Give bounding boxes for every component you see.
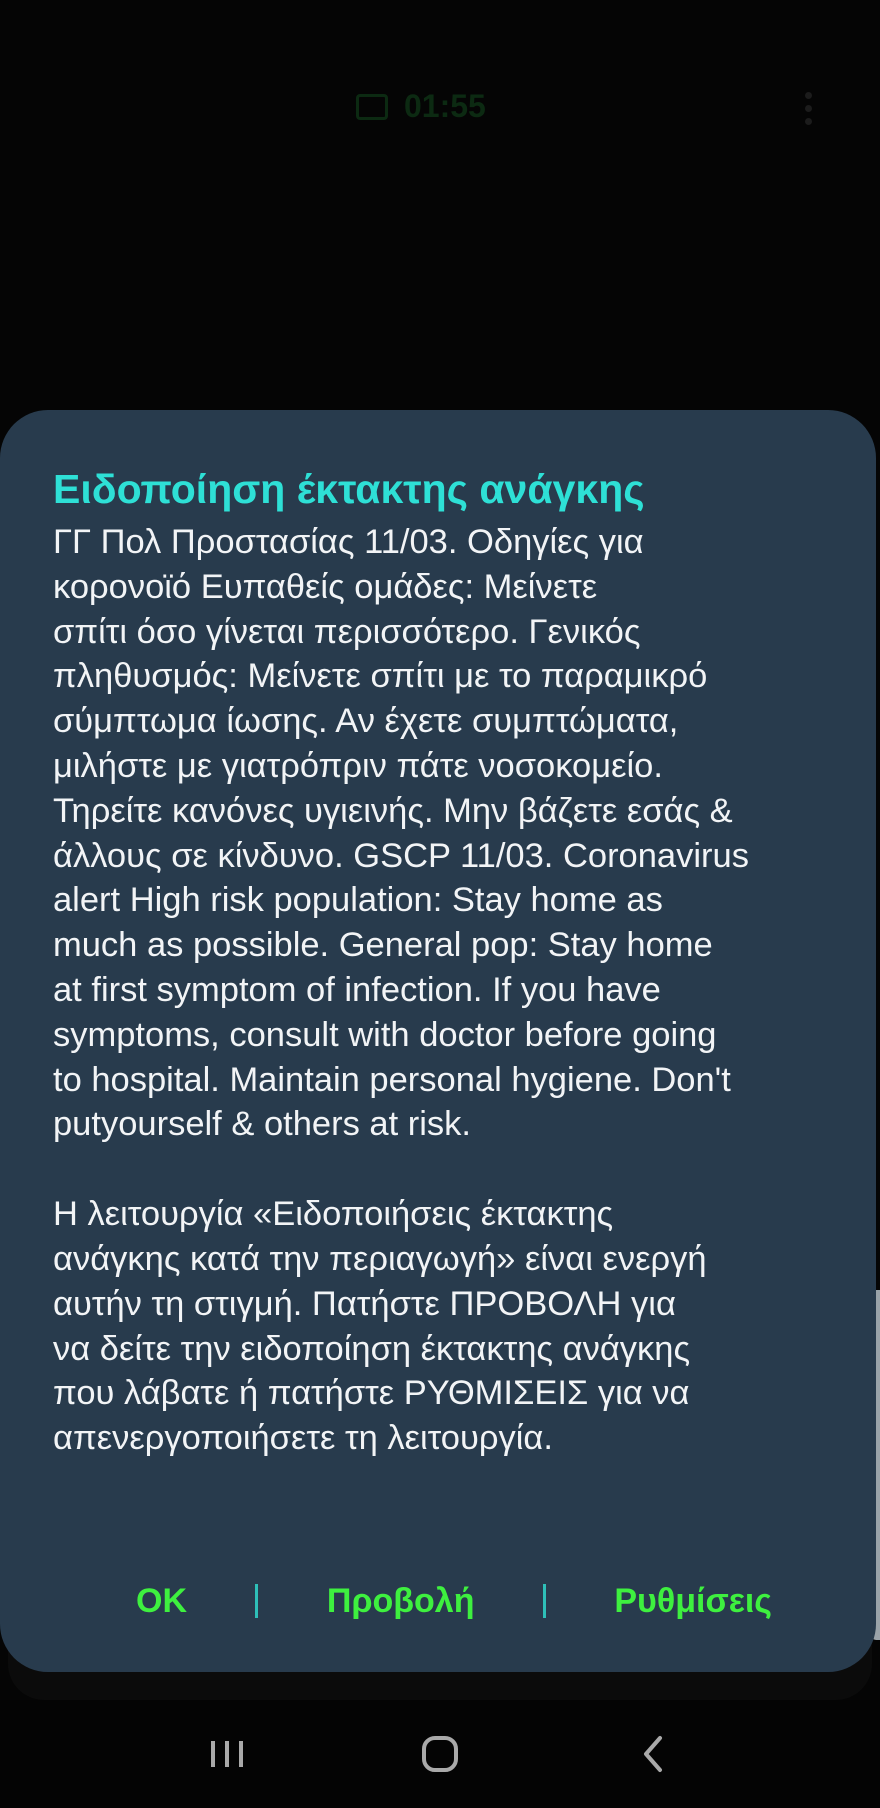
back-icon[interactable] bbox=[608, 1714, 698, 1794]
message-line: ΓΓ Πολ Προστασίας 11/03. Οδηγίες για bbox=[53, 523, 644, 561]
dialog-title: Ειδοποίηση έκτακτης ανάγκης bbox=[53, 466, 645, 512]
ok-button[interactable]: OK bbox=[132, 1572, 191, 1631]
info-line: Η λειτουργία «Ειδοποιήσεις έκτακτης bbox=[53, 1195, 614, 1234]
screen: 01:55 Ειδοποίηση έκτακτης ανάγκης ΓΓ Πολ… bbox=[0, 0, 880, 1808]
button-divider bbox=[255, 1584, 259, 1618]
info-line: να δείτε την ειδοποίηση έκτακτης ανάγκης bbox=[53, 1329, 691, 1368]
message-line: symptoms, consult with doctor before goi… bbox=[53, 1015, 717, 1054]
message-line: to hospital. Maintain personal hygiene. … bbox=[53, 1060, 731, 1099]
alert-message: ΓΓ Πολ Προστασίας 11/03. Οδηγίες για κορ… bbox=[53, 520, 828, 1147]
info-line: που λάβατε ή πατήστε ΡΥΘΜΙΣΕΙΣ για να bbox=[53, 1374, 690, 1413]
emergency-alert-dialog: Ειδοποίηση έκτακτης ανάγκης ΓΓ Πολ Προστ… bbox=[0, 410, 876, 1672]
message-line: άλλους σε κίνδυνο. GSCP 11/03. Coronavir… bbox=[53, 836, 749, 875]
message-line: μιλήστε με γιατρόπριν πάτε νοσοκομείο. bbox=[53, 746, 663, 785]
background-clock-time: 01:55 bbox=[404, 88, 486, 124]
message-line: σπίτι όσο γίνεται περισσότερο. Γενικός bbox=[53, 612, 641, 651]
background-clock: 01:55 bbox=[356, 88, 486, 125]
view-button[interactable]: Προβολή bbox=[323, 1572, 479, 1631]
info-line: αυτήν τη στιγμή. Πατήστε ΠΡΟΒΟΛΗ για bbox=[53, 1284, 676, 1323]
home-icon[interactable] bbox=[395, 1714, 485, 1794]
recent-apps-icon[interactable] bbox=[182, 1714, 272, 1794]
info-line: ανάγκης κατά την περιαγωγή» είναι ενεργή bbox=[53, 1239, 707, 1278]
settings-button[interactable]: Ρυθμίσεις bbox=[610, 1572, 776, 1631]
message-line: κορονοϊό Ευπαθείς ομάδες: Μείνετε bbox=[53, 567, 598, 606]
message-line: much as possible. General pop: Stay home bbox=[53, 926, 713, 965]
message-line: σύμπτωμα ίωσης. Αν έχετε συμπτώματα, bbox=[53, 702, 679, 741]
message-line: πληθυσμός: Μείνετε σπίτι με το παραμικρό bbox=[53, 657, 708, 696]
button-divider bbox=[542, 1584, 546, 1618]
battery-icon bbox=[356, 93, 388, 120]
message-line: putyourself & others at risk. bbox=[53, 1105, 472, 1144]
message-line: Τηρείτε κανόνες υγιεινής. Μην βάζετε εσά… bbox=[53, 791, 733, 830]
dialog-actions: OK Προβολή Ρυθμίσεις bbox=[0, 1558, 876, 1644]
message-line: at first symptom of infection. If you ha… bbox=[53, 970, 661, 1009]
roaming-info-message: Η λειτουργία «Ειδοποιήσεις έκτακτης ανάγ… bbox=[53, 1192, 828, 1461]
more-options-icon bbox=[805, 92, 812, 125]
message-line: alert High risk population: Stay home as bbox=[53, 881, 663, 920]
navigation-bar bbox=[0, 1700, 880, 1808]
info-line: απενεργοποιήσετε τη λειτουργία. bbox=[53, 1419, 553, 1458]
